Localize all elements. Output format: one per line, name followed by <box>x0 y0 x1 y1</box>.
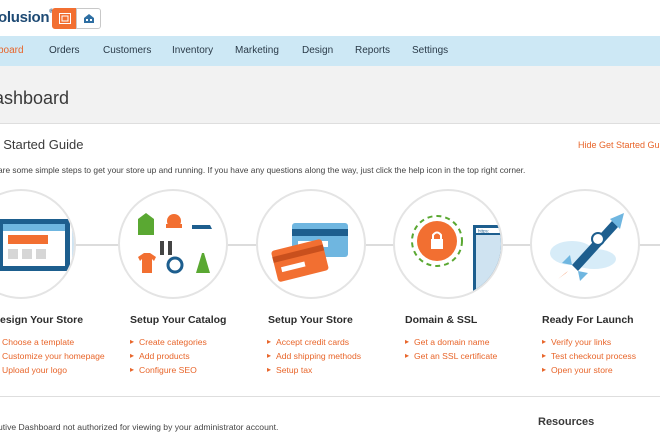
step-circle-cards <box>256 189 366 299</box>
guide-title: t Started Guide <box>0 137 84 152</box>
step-circle-catalog <box>118 189 228 299</box>
step-links-domain: Get a domain name Get an SSL certificate <box>405 335 497 363</box>
store-icon <box>58 13 71 24</box>
step-title-design: esign Your Store <box>0 314 84 326</box>
dashboard-auth-message: utive Dashboard not authorized for viewi… <box>0 422 279 432</box>
step-circle-launch <box>530 189 640 299</box>
catalog-products-icon <box>138 213 212 274</box>
nav-item-customers[interactable]: Customers <box>103 36 151 66</box>
link-get-domain[interactable]: Get a domain name <box>405 335 497 349</box>
store-view-button[interactable] <box>52 8 77 29</box>
rocket-icon <box>550 213 624 281</box>
guide-intro: are some simple steps to get your store … <box>0 165 526 175</box>
main-nav: board Orders Customers Inventory Marketi… <box>0 36 660 66</box>
home-button[interactable] <box>76 8 101 29</box>
step-title-store: Setup Your Store <box>268 314 353 326</box>
link-accept-credit-cards[interactable]: Accept credit cards <box>267 335 361 349</box>
credit-cards-icon <box>271 223 348 282</box>
link-open-store[interactable]: Open your store <box>542 363 636 377</box>
link-configure-seo[interactable]: Configure SEO <box>130 363 207 377</box>
nav-item-inventory[interactable]: Inventory <box>172 36 213 66</box>
step-title-domain: Domain & SSL <box>405 314 478 326</box>
divider <box>0 396 660 397</box>
page-title: ashboard <box>0 88 70 108</box>
nav-item-design[interactable]: Design <box>302 36 333 66</box>
nav-item-settings[interactable]: Settings <box>412 36 448 66</box>
link-verify-links[interactable]: Verify your links <box>542 335 636 349</box>
hide-guide-link[interactable]: Hide Get Started Gu <box>578 140 660 150</box>
link-setup-tax[interactable]: Setup tax <box>267 363 361 377</box>
step-links-design: Choose a template Customize your homepag… <box>0 335 105 377</box>
step-links-catalog: Create categories Add products Configure… <box>130 335 207 377</box>
page: olusion® board Orders Customers Inventor… <box>0 0 660 440</box>
link-upload-logo[interactable]: Upload your logo <box>0 363 105 377</box>
link-customize-homepage[interactable]: Customize your homepage <box>0 349 105 363</box>
top-bar: olusion® <box>0 0 660 36</box>
link-get-ssl[interactable]: Get an SSL certificate <box>405 349 497 363</box>
ssl-lock-icon: https: <box>411 215 501 295</box>
nav-item-dashboard[interactable]: board <box>0 36 24 66</box>
resources-title: Resources <box>538 416 595 428</box>
step-links-launch: Verify your links Test checkout process … <box>542 335 636 377</box>
nav-item-orders[interactable]: Orders <box>49 36 80 66</box>
link-create-categories[interactable]: Create categories <box>130 335 207 349</box>
home-icon <box>83 14 94 23</box>
https-label: https: <box>478 229 489 234</box>
step-title-catalog: Setup Your Catalog <box>130 314 227 326</box>
nav-item-marketing[interactable]: Marketing <box>235 36 279 66</box>
link-choose-template[interactable]: Choose a template <box>0 335 105 349</box>
link-add-shipping[interactable]: Add shipping methods <box>267 349 361 363</box>
link-add-products[interactable]: Add products <box>130 349 207 363</box>
step-links-store: Accept credit cards Add shipping methods… <box>267 335 361 377</box>
brand-logo[interactable]: olusion® <box>0 9 54 26</box>
step-title-launch: Ready For Launch <box>542 314 634 326</box>
step-circle-domain: https: <box>393 189 503 299</box>
nav-item-reports[interactable]: Reports <box>355 36 390 66</box>
link-test-checkout[interactable]: Test checkout process <box>542 349 636 363</box>
